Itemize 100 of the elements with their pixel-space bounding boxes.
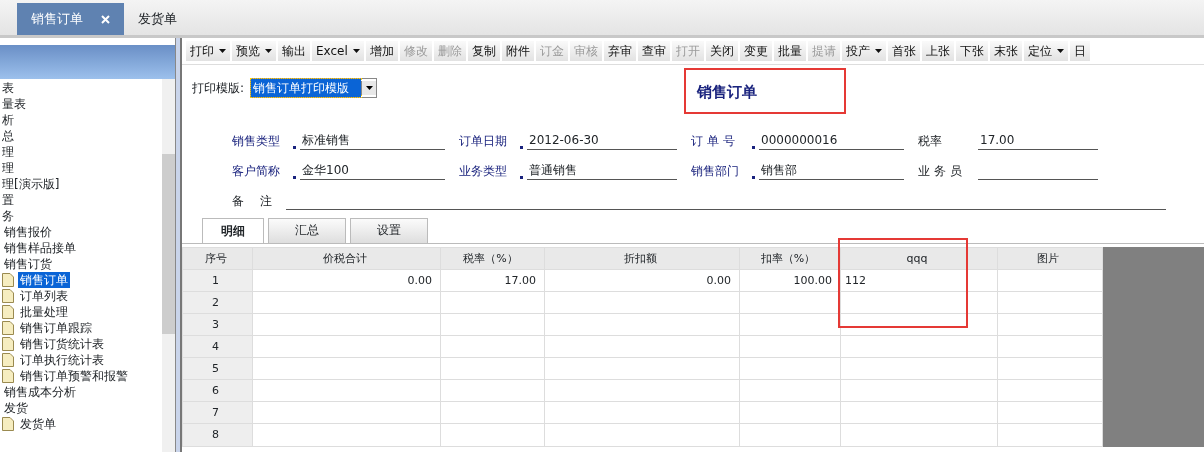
toolbar-button[interactable]: 输出 [278,41,310,61]
required-asterisk [292,174,297,180]
toolbar-button[interactable]: 末张 [989,41,1022,61]
field-label: 税率 [918,132,943,150]
field-label: 销售部门 [691,162,740,180]
field-label: 订单日期 [459,132,508,150]
document-icon [2,417,14,431]
row-number: 7 [182,401,253,424]
tree-item[interactable]: 发货 [2,400,30,416]
required-asterisk [292,144,297,150]
tree-item[interactable]: 订单列表 [18,288,70,304]
toolbar-button[interactable]: 增加 [365,41,398,61]
input-field[interactable]: 金华100 [300,160,445,180]
tree-item[interactable]: 析 [0,112,16,128]
table-cell: 17.00 [440,269,545,292]
close-icon[interactable] [101,14,110,24]
toolbar-button[interactable]: 关闭 [705,41,738,61]
column-header[interactable]: 序号 [182,247,253,270]
tree-item[interactable]: 批量处理 [18,304,70,320]
field-label: 备 注 [232,192,273,210]
input-field[interactable]: 0000000016 [759,130,904,150]
template-dropdown[interactable]: 销售订单打印模版 [250,78,378,99]
field-label: 销售类型 [232,132,281,150]
tree-item[interactable]: 量表 [0,96,28,112]
required-asterisk [519,144,524,150]
required-asterisk [751,174,756,180]
document-tab[interactable]: 销售订单 [17,3,124,35]
tree-item[interactable]: 销售订单跟踪 [18,320,94,336]
tree-item[interactable]: 务 [0,208,16,224]
row-number: 4 [182,335,253,358]
column-header[interactable]: 图片 [997,247,1103,270]
tree-item[interactable]: 置 [0,192,16,208]
toolbar-button[interactable]: Excel [312,41,364,61]
caret-icon [219,49,226,53]
field-label: 订 单 号 [691,132,736,150]
document-icon [2,273,14,287]
column-header[interactable]: 税率（%） [440,247,545,270]
input-field[interactable]: 标准销售 [300,130,445,150]
tree-item[interactable]: 理 [0,160,16,176]
toolbar-button[interactable]: 弃审 [603,41,636,61]
tree-item[interactable]: 销售订货统计表 [18,336,106,352]
toolbar-button[interactable]: 上张 [921,41,954,61]
input-field[interactable]: 销售部 [759,160,904,180]
tree-item[interactable]: 理 [0,144,16,160]
tree-item[interactable]: 订单执行统计表 [18,352,106,368]
column-header[interactable]: 价税合计 [252,247,441,270]
toolbar-button[interactable]: 打印 [186,41,230,61]
caret-icon[interactable] [365,86,373,91]
tree-item[interactable]: 销售订货 [2,256,54,272]
caret-icon [265,49,272,53]
field-label: 业务类型 [459,162,508,180]
tree-item[interactable]: 销售订单预警和报警 [18,368,130,384]
toolbar-button[interactable]: 定位 [1023,41,1068,61]
tree-item[interactable]: 表 [0,80,16,96]
tree-item[interactable]: 销售订单 [18,272,70,288]
caret-icon [352,49,360,53]
column-header[interactable]: qqq [840,247,998,270]
row-number: 8 [182,423,253,446]
tab[interactable]: 设置 [350,217,428,243]
toolbar-button[interactable]: 日 [1069,41,1090,61]
field-label: 客户简称 [232,162,281,180]
table-cell: 0.00 [544,269,740,292]
document-icon [2,289,14,303]
input-field[interactable]: 17.00 [978,130,1098,150]
tree-item[interactable]: 发货单 [18,416,58,432]
required-asterisk [519,174,524,180]
document-tab[interactable]: 发货单 [124,3,191,35]
document-icon [2,321,14,335]
caret-icon [1056,49,1064,53]
tree-item[interactable]: 理[演示版] [0,176,62,192]
input-field[interactable]: 普通销售 [527,160,677,180]
toolbar-button[interactable]: 变更 [739,41,772,61]
table-cell: 100.00 [739,269,841,292]
document-icon [2,305,14,319]
tab[interactable]: 汇总 [268,217,346,243]
field-label: 业 务 员 [918,162,963,180]
tree-item[interactable]: 销售样品接单 [2,240,78,256]
toolbar-button[interactable]: 附件 [501,41,534,61]
toolbar-button[interactable]: 批量 [773,41,806,61]
tab[interactable]: 明细 [202,217,264,243]
toolbar-button[interactable]: 复制 [467,41,500,61]
toolbar-button[interactable]: 预览 [232,41,276,61]
column-header[interactable]: 折扣额 [544,247,740,270]
tree-item[interactable]: 销售报价 [2,224,54,240]
scrollbar[interactable] [162,79,175,452]
input-field[interactable]: 2012-06-30 [527,130,677,150]
toolbar-button[interactable]: 投产 [841,41,886,61]
toolbar-button[interactable]: 查审 [637,41,670,61]
row-number: 1 [182,269,253,292]
table-cell: 0.00 [252,269,441,292]
row-number: 5 [182,357,253,380]
toolbar-button[interactable]: 下张 [955,41,988,61]
required-asterisk [751,144,756,150]
column-header[interactable]: 扣率（%） [739,247,841,270]
tree-item[interactable]: 销售成本分析 [2,384,78,400]
toolbar-button[interactable]: 首张 [887,41,920,61]
row-number: 6 [182,379,253,402]
caret-icon [874,49,882,53]
document-icon [2,353,14,367]
tree-item[interactable]: 总 [0,128,16,144]
